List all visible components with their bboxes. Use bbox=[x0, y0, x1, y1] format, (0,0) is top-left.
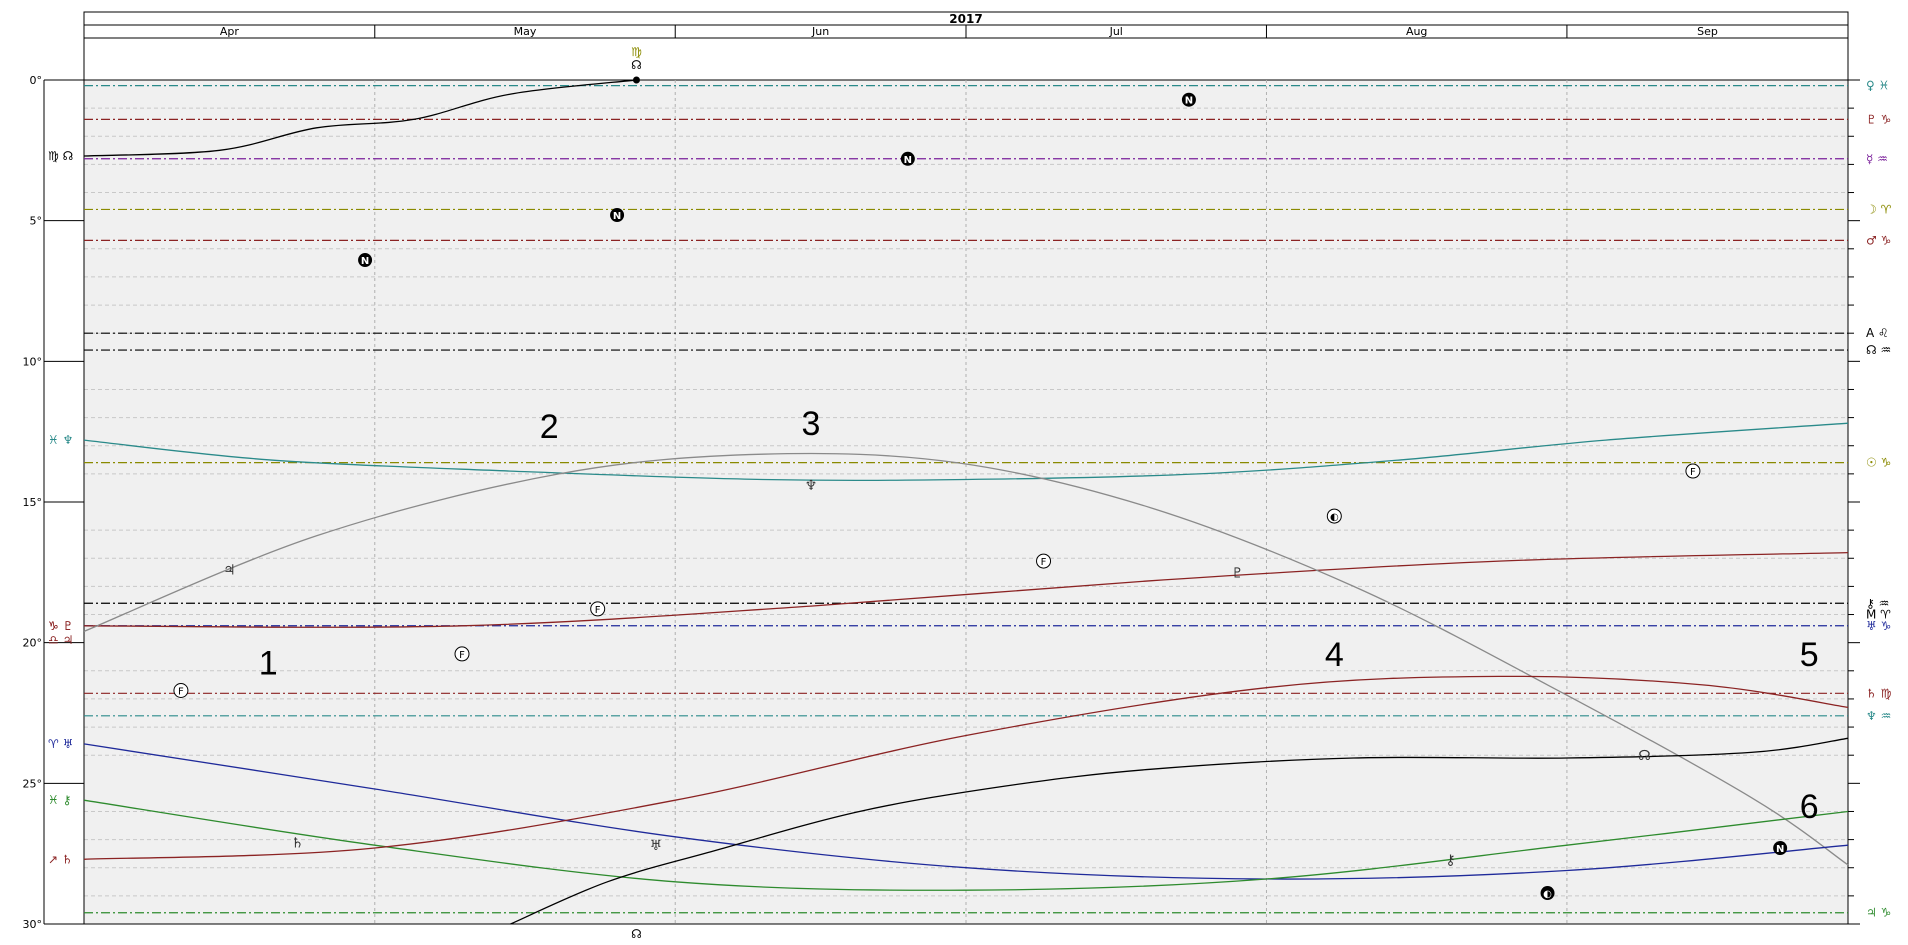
reference-label-extra: M ♈ bbox=[1866, 608, 1891, 622]
reference-label-4: ♂ ♑ bbox=[1866, 233, 1891, 247]
bottom-glyph: ☊ bbox=[631, 927, 642, 940]
marker-text-3: N bbox=[1185, 96, 1193, 107]
reference-label-0: ♀ ♓ bbox=[1866, 79, 1889, 93]
month-label-jun: Jun bbox=[811, 25, 829, 38]
marker-text-4: N bbox=[1776, 844, 1784, 855]
reference-label-7: ☉ ♑ bbox=[1866, 456, 1891, 470]
top-dot bbox=[632, 76, 640, 84]
chart-svg: 2017 Apr May Jun Jul Aug Sep 0° 5° 10° 15° 20° 25° 3… bbox=[23, 11, 1892, 941]
y-tick-label: 20° bbox=[23, 637, 43, 650]
marker-glyph-15: ♅ bbox=[650, 838, 663, 854]
annotation-3: 3 bbox=[801, 405, 820, 443]
marker-glyph-16: ⚷ bbox=[1445, 852, 1455, 868]
y-tick-label: 5° bbox=[30, 215, 43, 228]
annotation-6: 6 bbox=[1800, 788, 1819, 826]
marker-text-6: F bbox=[178, 686, 184, 697]
reference-label-2: ☿ ♒ bbox=[1866, 152, 1888, 166]
series-label-4: ♈ ♅ bbox=[48, 737, 73, 751]
marker-glyph-12: ♆ bbox=[805, 478, 818, 494]
series-label-6: ↗ ♄ bbox=[48, 852, 73, 866]
marker-text-10: ◐ bbox=[1330, 512, 1339, 523]
year-label: 2017 bbox=[949, 12, 982, 26]
marker-text-0: N bbox=[361, 256, 369, 267]
y-tick-label: 15° bbox=[23, 496, 43, 509]
reference-label-10: ♄ ♍ bbox=[1866, 686, 1891, 700]
marker-glyph-17: ♃ bbox=[223, 563, 236, 579]
month-label-jul: Jul bbox=[1109, 25, 1123, 38]
marker-text-7: F bbox=[595, 605, 601, 616]
marker-text-5: F bbox=[459, 650, 465, 661]
y-tick-label: 30° bbox=[23, 918, 43, 931]
reference-label-1: ♇ ♑ bbox=[1866, 112, 1891, 126]
marker-text-1: N bbox=[613, 211, 621, 222]
month-label-aug: Aug bbox=[1406, 25, 1427, 38]
annotation-2: 2 bbox=[540, 408, 559, 446]
left-label-extra-1: ♎ ♃ bbox=[48, 633, 73, 647]
reference-label-6: ☊ ♒ bbox=[1866, 343, 1891, 357]
reference-label-11: ♆ ♒ bbox=[1866, 709, 1891, 723]
month-label-may: May bbox=[514, 25, 537, 38]
y-tick-label: 10° bbox=[23, 355, 43, 368]
y-tick-label: 25° bbox=[23, 777, 43, 790]
top-glyph-1: ☊ bbox=[631, 58, 642, 72]
reference-label-3: ☽ ♈ bbox=[1866, 202, 1892, 216]
annotation-4: 4 bbox=[1325, 636, 1344, 674]
top-glyph-0: ♍ bbox=[631, 45, 642, 59]
annotation-5: 5 bbox=[1800, 636, 1819, 674]
marker-glyph-13: ♇ bbox=[1231, 565, 1244, 581]
month-label-apr: Apr bbox=[220, 25, 240, 38]
series-label-5: ♓ ⚷ bbox=[48, 793, 71, 807]
reference-label-12: ♃ ♑ bbox=[1866, 906, 1891, 920]
ephemeris-chart: 2017 Apr May Jun Jul Aug Sep 0° 5° 10° 15° 20° 25° 3… bbox=[0, 0, 1908, 941]
month-label-sep: Sep bbox=[1697, 25, 1718, 38]
marker-text-8: F bbox=[1041, 557, 1047, 568]
marker-text-9: F bbox=[1690, 467, 1696, 478]
marker-text-2: N bbox=[904, 155, 912, 166]
annotation-1: 1 bbox=[259, 644, 278, 682]
series-label-1: ♓ ♆ bbox=[48, 433, 73, 447]
series-label-0: ♍ ☊ bbox=[48, 149, 73, 163]
left-label-extra-0: ♑ ♇ bbox=[48, 619, 73, 633]
reference-label-5: A ♌ bbox=[1866, 326, 1889, 340]
marker-text-11: ◐ bbox=[1543, 889, 1552, 900]
marker-glyph-14: ♄ bbox=[291, 835, 304, 851]
y-tick-label: 0° bbox=[30, 74, 43, 87]
marker-glyph-18: ☊ bbox=[1638, 748, 1650, 764]
